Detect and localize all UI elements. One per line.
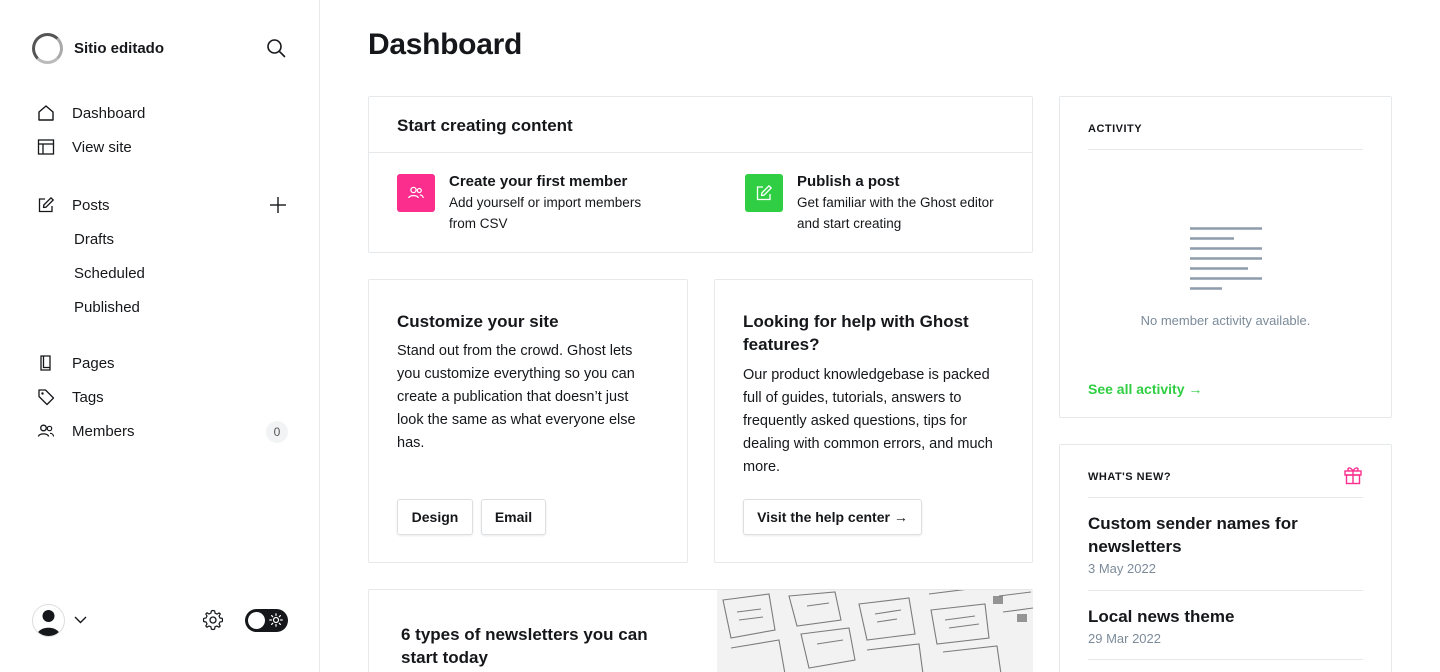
wireframe-sketch-image	[717, 590, 1033, 672]
nav-item-view-site[interactable]: View site	[36, 130, 292, 164]
news-date: 3 May 2022	[1088, 561, 1156, 576]
nav-label-members: Members	[72, 422, 135, 440]
edit-icon	[756, 185, 772, 201]
news-title: Local news theme	[1088, 607, 1235, 626]
nav-label-pages: Pages	[72, 354, 115, 372]
customize-card: Customize your site Stand out from the c…	[368, 279, 688, 563]
customize-body: Stand out from the crowd. Ghost lets you…	[397, 343, 636, 451]
main-nav: Dashboard View site Posts Drafts Schedul…	[36, 96, 292, 448]
nav-item-dashboard[interactable]: Dashboard	[36, 96, 292, 130]
empty-list-icon	[1190, 227, 1264, 296]
help-body: Our product knowledgebase is packed full…	[743, 367, 993, 475]
sun-icon	[269, 613, 283, 627]
publish-post-title: Publish a post	[797, 173, 900, 190]
newsletter-image	[717, 590, 1033, 672]
design-button[interactable]: Design	[397, 499, 473, 535]
create-member-desc: Add yourself or import members from CSV	[449, 195, 642, 231]
whats-new-card: WHAT'S NEW? Custom sender names for news…	[1059, 444, 1392, 672]
newsletter-card[interactable]: 6 types of newsletters you can start tod…	[368, 589, 1033, 672]
news-divider	[1088, 659, 1363, 660]
toggle-knob	[248, 612, 265, 629]
start-creating-heading: Start creating content	[369, 97, 1032, 153]
start-creating-card: Start creating content Create your first…	[368, 96, 1033, 253]
nav-item-members[interactable]: Members 0	[36, 414, 292, 448]
members-count-badge: 0	[266, 421, 288, 443]
gear-icon	[202, 609, 224, 631]
nav-item-scheduled[interactable]: Scheduled	[36, 256, 292, 290]
member-badge	[397, 174, 435, 212]
nav-item-posts[interactable]: Posts	[36, 188, 292, 222]
site-title[interactable]: Sitio editado	[74, 40, 164, 57]
whats-new-label: WHAT'S NEW?	[1088, 471, 1172, 483]
nav-item-drafts[interactable]: Drafts	[36, 222, 292, 256]
nav-label-posts: Posts	[72, 196, 110, 214]
publish-post-desc: Get familiar with the Ghost editor and s…	[797, 195, 994, 231]
customize-heading: Customize your site	[397, 312, 559, 331]
nav-item-pages[interactable]: Pages	[36, 346, 292, 380]
create-member-title: Create your first member	[449, 173, 628, 190]
activity-divider	[1088, 149, 1363, 150]
create-member-action[interactable]: Create your first member Add yourself or…	[397, 173, 687, 234]
page-title: Dashboard	[368, 28, 522, 61]
settings-button[interactable]	[202, 609, 224, 631]
site-logo[interactable]	[32, 32, 63, 64]
pages-icon	[36, 353, 56, 373]
nav-item-published[interactable]: Published	[36, 290, 292, 324]
nav-label-dashboard: Dashboard	[72, 104, 146, 122]
news-date: 29 Mar 2022	[1088, 631, 1161, 646]
avatar-icon	[37, 609, 60, 636]
tag-icon	[36, 387, 56, 407]
nav-label-view-site: View site	[72, 138, 132, 156]
theme-toggle[interactable]	[245, 609, 288, 632]
news-item[interactable]: Custom sender names for newsletters 3 Ma…	[1088, 512, 1363, 576]
gift-icon	[1343, 465, 1363, 490]
user-menu-toggle[interactable]	[73, 613, 87, 627]
members-icon	[36, 421, 56, 441]
activity-card: ACTIVITY No member activity available. S…	[1059, 96, 1392, 418]
new-post-button[interactable]	[268, 195, 288, 215]
chevron-down-icon	[74, 616, 86, 624]
main-content: Dashboard Start creating content Create …	[320, 0, 1440, 672]
visit-help-center-button[interactable]: Visit the help center →	[743, 499, 922, 535]
publish-post-action[interactable]: Publish a post Get familiar with the Gho…	[745, 173, 1015, 234]
sidebar: Sitio editado Dashboard View site Posts …	[0, 0, 320, 672]
user-avatar[interactable]	[32, 603, 65, 637]
site-header: Sitio editado	[32, 32, 288, 64]
plus-icon	[270, 197, 286, 213]
see-all-activity-link[interactable]: See all activity →	[1088, 381, 1202, 397]
help-heading: Looking for help with Ghost features?	[743, 312, 969, 354]
home-icon	[36, 103, 56, 123]
news-item[interactable]: Local news theme 29 Mar 2022	[1088, 605, 1363, 646]
sidebar-footer	[32, 602, 288, 638]
nav-label-tags: Tags	[72, 388, 104, 406]
nav-item-tags[interactable]: Tags	[36, 380, 292, 414]
search-icon	[267, 39, 286, 58]
search-button[interactable]	[264, 36, 288, 60]
view-site-icon	[36, 137, 56, 157]
help-card: Looking for help with Ghost features? Ou…	[714, 279, 1033, 563]
post-badge	[745, 174, 783, 212]
newsletter-heading: 6 types of newsletters you can start tod…	[401, 625, 648, 667]
posts-icon	[36, 195, 56, 215]
whats-new-divider	[1088, 497, 1363, 498]
members-icon	[408, 186, 424, 199]
activity-empty-text: No member activity available.	[1140, 313, 1311, 328]
email-button[interactable]: Email	[481, 499, 546, 535]
news-title: Custom sender names for newsletters	[1088, 514, 1298, 556]
activity-label: ACTIVITY	[1088, 123, 1143, 135]
news-divider	[1088, 590, 1363, 591]
